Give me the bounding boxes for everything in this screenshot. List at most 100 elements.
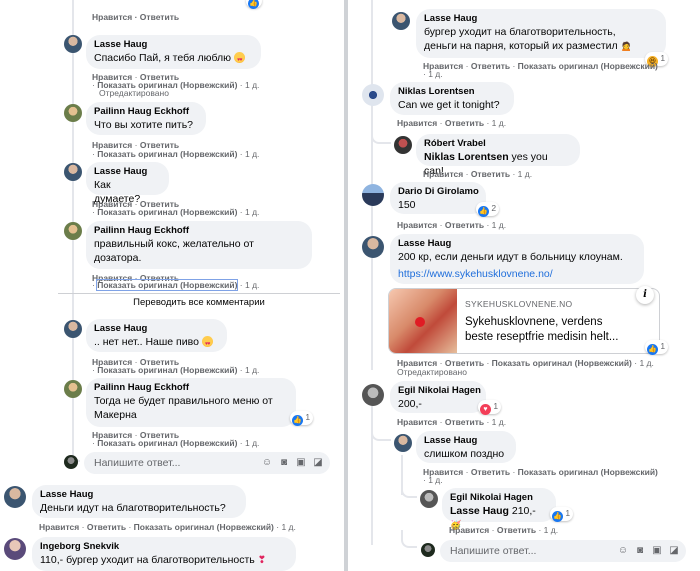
- reply-link[interactable]: Ответить: [471, 169, 510, 179]
- comment-text: слишком поздно: [424, 448, 505, 460]
- comment-author[interactable]: Lasse Haug: [94, 39, 251, 51]
- like-link[interactable]: Нравится: [39, 522, 79, 532]
- avatar[interactable]: [362, 84, 384, 106]
- reply-link[interactable]: Ответить: [87, 522, 126, 532]
- reaction-badge[interactable]: ♥ 1: [478, 400, 502, 415]
- comment-author[interactable]: Ingeborg Snekvik: [40, 541, 286, 553]
- show-original-link[interactable]: Показать оригинал (Норвежский): [518, 467, 658, 477]
- comment-author[interactable]: Lasse Haug: [424, 13, 656, 25]
- preview-title[interactable]: Sykehusklovnene, verdens beste reseptfri…: [465, 315, 649, 345]
- comment-author[interactable]: Dario Di Girolamo: [398, 186, 479, 198]
- comment-time[interactable]: 1 д.: [245, 149, 259, 159]
- avatar[interactable]: [64, 320, 82, 338]
- avatar[interactable]: [362, 384, 384, 406]
- mention-link[interactable]: Niklas Lorentsen: [424, 151, 509, 163]
- show-original-link[interactable]: Показать оригинал (Норвежский): [97, 149, 237, 159]
- comment-time[interactable]: 1 д.: [544, 525, 558, 535]
- comment-author[interactable]: Niklas Lorentsen: [398, 86, 504, 98]
- reaction-badge[interactable]: 👍 1: [290, 411, 314, 426]
- avatar[interactable]: [394, 136, 412, 154]
- emoji-icon[interactable]: ☺: [261, 457, 273, 469]
- show-original-link[interactable]: Показать оригинал (Норвежский): [97, 438, 237, 448]
- gif-icon[interactable]: ▣: [651, 545, 663, 557]
- like-reply-links[interactable]: Нравится · Ответить: [92, 12, 179, 22]
- reaction-badge[interactable]: 👍: [246, 0, 262, 9]
- comment-bubble: Pailinn Haug Eckhoff правильный кокс, же…: [86, 221, 312, 269]
- info-icon[interactable]: i: [636, 286, 654, 304]
- like-link[interactable]: Нравится: [397, 417, 437, 427]
- comment-time[interactable]: 1 д.: [245, 80, 259, 90]
- avatar[interactable]: [4, 538, 26, 560]
- sticker-icon[interactable]: ◪: [312, 457, 324, 469]
- comment-author[interactable]: Lasse Haug: [398, 238, 634, 250]
- comment-actions-2: · Показать оригинал (Норвежский) · 1 д.: [92, 438, 260, 448]
- comment-author[interactable]: Lasse Haug: [94, 323, 217, 335]
- comment-time[interactable]: 1 д.: [281, 522, 295, 532]
- comment-time[interactable]: 1 д.: [245, 438, 259, 448]
- gif-icon[interactable]: ▣: [295, 457, 307, 469]
- avatar[interactable]: [64, 163, 82, 181]
- like-link[interactable]: Нравится: [423, 169, 463, 179]
- reply-input[interactable]: Напишите ответ... ☺ ◙ ▣ ◪: [440, 540, 686, 562]
- reply-link[interactable]: Ответить: [445, 417, 484, 427]
- camera-icon[interactable]: ◙: [278, 457, 290, 469]
- comment-author[interactable]: Pailinn Haug Eckhoff: [94, 225, 302, 237]
- show-original-link[interactable]: Показать оригинал (Норвежский): [97, 207, 237, 217]
- avatar[interactable]: [64, 35, 82, 53]
- comment-time[interactable]: 1 д.: [245, 365, 259, 375]
- show-original-link[interactable]: Показать оригинал (Норвежский): [492, 358, 632, 368]
- comment-author[interactable]: Egil Nikolai Hagen: [450, 492, 546, 504]
- comment-time[interactable]: 1 д.: [492, 417, 506, 427]
- reply-link[interactable]: Ответить: [445, 220, 484, 230]
- comment-author[interactable]: Lasse Haug: [424, 435, 506, 447]
- comment-author[interactable]: Róbert Vrabel: [424, 138, 570, 150]
- preview-image[interactable]: [389, 289, 457, 353]
- comment-author[interactable]: Pailinn Haug Eckhoff: [94, 106, 196, 118]
- camera-icon[interactable]: ◙: [634, 545, 646, 557]
- avatar[interactable]: [4, 486, 26, 508]
- comment-time[interactable]: 1 д.: [492, 220, 506, 230]
- avatar[interactable]: [420, 490, 438, 508]
- comment-author[interactable]: Lasse Haug: [40, 489, 236, 501]
- like-link[interactable]: Нравится: [449, 525, 489, 535]
- like-link[interactable]: Нравится: [397, 220, 437, 230]
- comment-time[interactable]: 1 д.: [492, 118, 506, 128]
- avatar[interactable]: [64, 380, 82, 398]
- comment-time[interactable]: 1 д.: [639, 358, 653, 368]
- avatar[interactable]: [392, 12, 410, 30]
- comment-time[interactable]: 1 д.: [245, 280, 259, 290]
- reaction-badge[interactable]: 👍 1: [645, 340, 669, 355]
- reply-link[interactable]: Ответить: [445, 118, 484, 128]
- comment-time[interactable]: 1 д.: [245, 207, 259, 217]
- avatar[interactable]: [394, 434, 412, 452]
- show-original-link[interactable]: Показать оригинал (Норвежский): [518, 61, 658, 71]
- avatar[interactable]: [362, 236, 384, 258]
- reply-input[interactable]: Напишите ответ... ☺ ◙ ▣ ◪: [84, 452, 330, 474]
- sticker-icon[interactable]: ◪: [668, 545, 680, 557]
- thread-elbow: [371, 425, 391, 441]
- comment-author[interactable]: Egil Nikolai Hagen: [398, 385, 481, 397]
- translate-all-link[interactable]: Переводить все комментарии: [58, 293, 340, 308]
- comment-author[interactable]: Pailinn Haug Eckhoff: [94, 382, 286, 394]
- link-preview-card[interactable]: SYKEHUSKLOVNENE.NO Sykehusklovnene, verd…: [388, 288, 660, 354]
- show-original-link[interactable]: Показать оригинал (Норвежский): [134, 522, 274, 532]
- reaction-badge[interactable]: 👍 1: [550, 507, 574, 522]
- comment-link[interactable]: https://www.sykehusklovnene.no/: [398, 268, 634, 280]
- avatar[interactable]: [64, 104, 82, 122]
- avatar[interactable]: [362, 184, 384, 206]
- comment-author[interactable]: Lasse Haug: [94, 166, 159, 178]
- avatar[interactable]: [64, 222, 82, 240]
- reply-link[interactable]: Ответить: [497, 525, 536, 535]
- reply-link[interactable]: Ответить: [471, 467, 510, 477]
- emoji-icon[interactable]: ☺: [617, 545, 629, 557]
- like-link[interactable]: Нравится: [397, 118, 437, 128]
- show-original-link[interactable]: Показать оригинал (Норвежский): [97, 365, 237, 375]
- reaction-badge[interactable]: 👍 2: [476, 202, 500, 217]
- reaction-count: 1: [565, 508, 571, 518]
- comment-time[interactable]: 1 д.: [428, 69, 442, 79]
- mention-link[interactable]: Lasse Haug: [450, 505, 509, 517]
- reply-link[interactable]: Ответить: [471, 61, 510, 71]
- comment-time[interactable]: 1 д.: [518, 169, 532, 179]
- show-original-link[interactable]: Показать оригинал (Норвежский): [96, 279, 239, 291]
- comment-time[interactable]: 1 д.: [428, 475, 442, 485]
